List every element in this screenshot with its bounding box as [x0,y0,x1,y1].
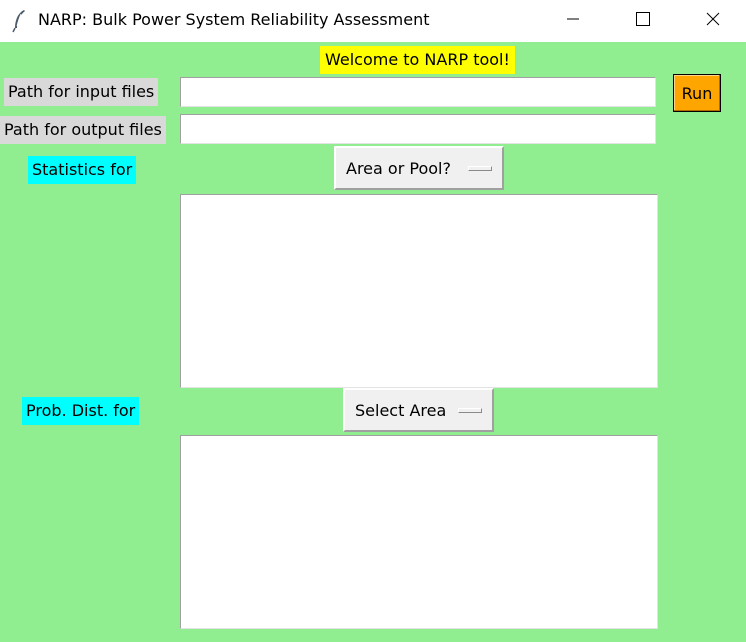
area-or-pool-dropdown[interactable]: Area or Pool? [334,146,504,190]
statistics-label: Statistics for [28,156,137,184]
dropdown-indicator-icon [468,166,492,171]
statistics-text-area[interactable] [180,194,658,388]
feather-icon [12,9,28,33]
minimize-icon [565,11,581,31]
maximize-button[interactable] [620,0,666,42]
close-icon [705,11,721,31]
select-area-selected: Select Area [355,400,447,420]
input-path-field[interactable] [180,77,656,107]
minimize-button[interactable] [550,0,596,42]
dropdown-indicator-icon [458,408,482,413]
close-button[interactable] [690,0,736,42]
main-panel: Welcome to NARP tool! Path for input fil… [0,42,746,642]
maximize-icon [635,11,651,31]
prob-dist-label: Prob. Dist. for [22,397,140,425]
input-path-label: Path for input files [4,78,159,106]
prob-dist-text-area[interactable] [180,435,658,629]
title-bar: NARP: Bulk Power System Reliability Asse… [0,0,746,42]
output-path-label: Path for output files [0,116,166,144]
run-button[interactable]: Run [673,74,721,112]
select-area-dropdown[interactable]: Select Area [343,388,494,432]
welcome-label: Welcome to NARP tool! [320,46,515,74]
output-path-field[interactable] [180,114,656,144]
window-title: NARP: Bulk Power System Reliability Asse… [38,10,430,29]
area-or-pool-selected: Area or Pool? [346,158,451,178]
